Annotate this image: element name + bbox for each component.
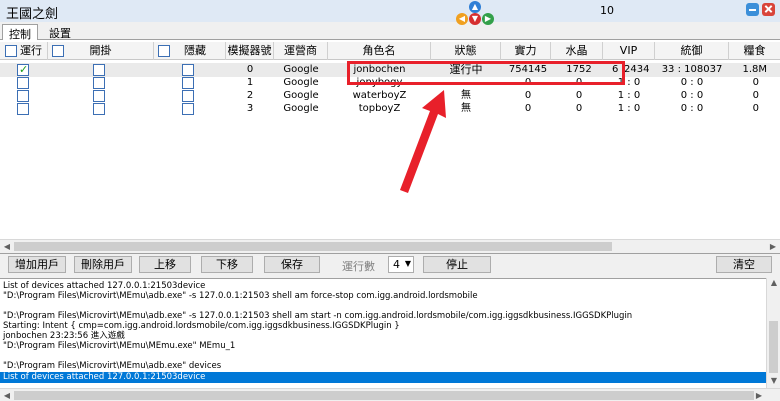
annotation-arrow-icon	[400, 90, 446, 193]
